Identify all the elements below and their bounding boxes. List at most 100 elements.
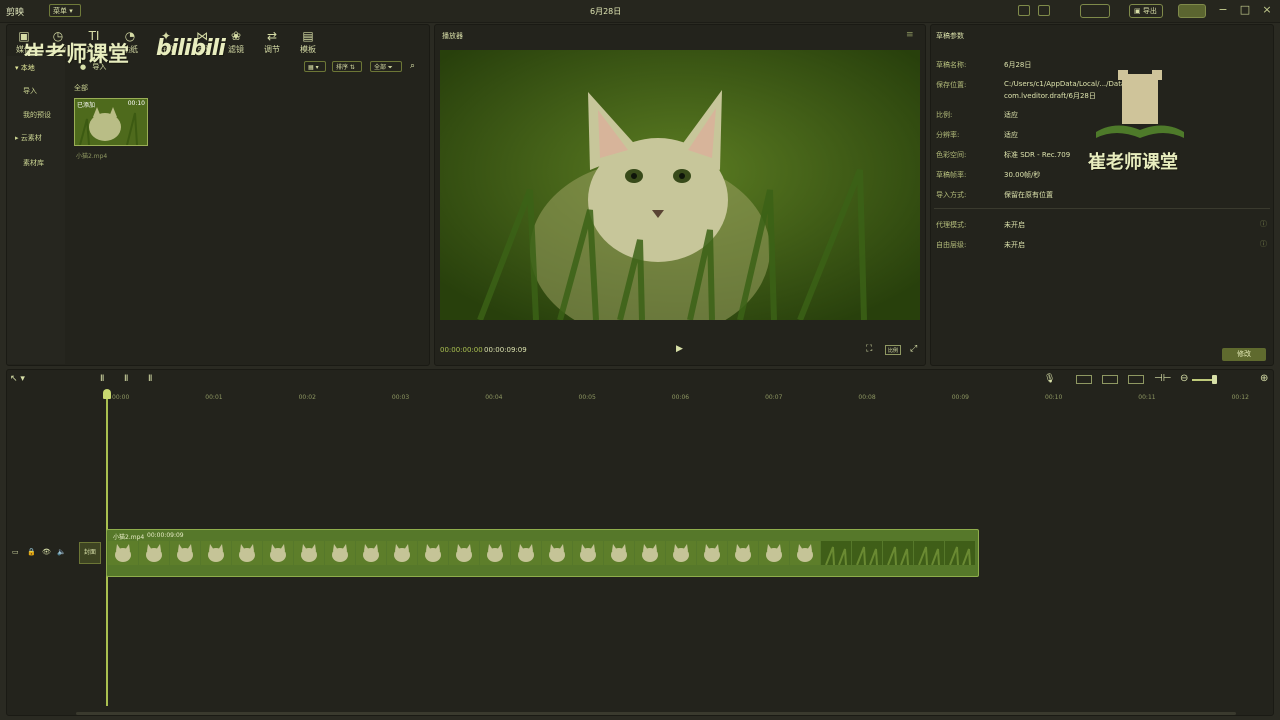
- filmstrip-frame: [821, 541, 851, 566]
- adjust-icon: ⇄: [266, 29, 278, 43]
- sidebar-item-import[interactable]: 导入: [23, 86, 37, 96]
- filter-button[interactable]: 全部 ⏷: [370, 61, 402, 72]
- param-value-name: 6月28日: [1004, 61, 1032, 69]
- param-label-ratio: 比例:: [936, 111, 953, 119]
- draft-title: 草稿参数: [936, 32, 964, 40]
- ruler-tick-label: 00:07: [765, 394, 783, 401]
- ruler-tick-label: 00:00: [112, 394, 130, 401]
- media-sidebar: ▾ 本地 导入 我的预设 ▸ 云素材 素材库: [7, 56, 65, 364]
- share-button[interactable]: ▣ 导出: [1129, 4, 1163, 18]
- filmstrip-frame: [480, 541, 510, 565]
- ruler-tick-label: 00:03: [391, 394, 410, 401]
- filmstrip-frame: [449, 541, 479, 565]
- select-tool-icon[interactable]: ↖ ▾: [10, 374, 25, 384]
- clip-duration: 00:10: [127, 100, 145, 107]
- total-timecode: 00:00:09:09: [484, 346, 527, 354]
- bilibili-logo: bilibili: [156, 36, 226, 61]
- filmstrip-frame: [418, 541, 448, 565]
- grid-icon[interactable]: [1038, 5, 1050, 16]
- ruler-tick-label: 00:01: [205, 394, 223, 401]
- minimize-icon[interactable]: −: [1216, 3, 1230, 17]
- split-icon[interactable]: Ⅱ: [100, 374, 104, 384]
- param-value-path-2: com.lveditor.draft/6月28日: [1004, 92, 1096, 100]
- current-timecode: 00:00:00:00: [440, 346, 483, 354]
- filmstrip-frame: [697, 541, 727, 565]
- filmstrip-frame: [759, 541, 789, 565]
- param-value-import: 保留在原有位置: [1004, 191, 1053, 199]
- fullscreen-fit-icon[interactable]: ⛶: [866, 344, 872, 354]
- filmstrip-frame: [666, 541, 696, 565]
- filmstrip-frame: [139, 541, 169, 565]
- param-value-colorspace: 标准 SDR - Rec.709: [1004, 151, 1071, 159]
- param-value-layer: 未开启: [1004, 241, 1025, 249]
- filmstrip-frame: [635, 541, 665, 565]
- project-title: 6月28日: [590, 7, 622, 16]
- center-icon[interactable]: ⊣⊢: [1154, 373, 1171, 384]
- lock-icon[interactable]: 🔒: [27, 548, 36, 556]
- zoom-in-icon[interactable]: ⊕: [1260, 373, 1268, 384]
- player-menu-icon[interactable]: ≡: [906, 30, 914, 40]
- info-icon[interactable]: ⓘ: [1260, 219, 1267, 229]
- filmstrip-frame: [883, 541, 913, 566]
- export-button[interactable]: [1178, 4, 1206, 18]
- params-divider: [934, 208, 1270, 209]
- video-clip-duration: 00:00:09:09: [147, 532, 184, 539]
- media-clip-name: 小猫2.mp4: [76, 153, 108, 160]
- cover-button[interactable]: 封面: [79, 542, 101, 564]
- fullscreen-icon[interactable]: ⤢: [910, 344, 917, 354]
- menu-dropdown[interactable]: 菜单 ▾: [49, 4, 81, 17]
- audio-mute-icon[interactable]: 🔈: [57, 548, 66, 556]
- view-toggle-button[interactable]: ▦ ▾: [304, 61, 326, 72]
- eye-icon[interactable]: 👁: [42, 548, 51, 556]
- toolbar-template[interactable]: ▤ 模板: [288, 30, 328, 55]
- player-title: 播放器: [442, 32, 463, 40]
- filmstrip-frame: [263, 541, 293, 565]
- filmstrip-frame: [108, 541, 138, 565]
- sidebar-item-cloud[interactable]: ▸ 云素材: [15, 133, 42, 143]
- mic-icon[interactable]: 🎙: [1044, 374, 1055, 384]
- layout-icon[interactable]: [1018, 5, 1030, 16]
- app-logo: 剪映: [6, 8, 25, 18]
- ruler-tick-label: 00:12: [1231, 394, 1249, 401]
- ratio-button[interactable]: 比例: [885, 345, 901, 355]
- preview-axis-icon[interactable]: [1128, 375, 1144, 384]
- ruler-tick-label: 00:08: [858, 394, 876, 401]
- sidebar-item-library[interactable]: 素材库: [23, 158, 44, 168]
- maximize-icon[interactable]: □: [1238, 3, 1252, 17]
- sidebar-item-presets[interactable]: 我的预设: [23, 110, 51, 120]
- zoom-slider-handle[interactable]: [1212, 375, 1217, 384]
- close-icon[interactable]: ×: [1260, 3, 1274, 17]
- split-left-icon[interactable]: Ⅱ: [124, 374, 128, 384]
- play-icon[interactable]: ▶: [676, 344, 683, 354]
- param-label-layer: 自由层级:: [936, 241, 967, 249]
- track-icon[interactable]: ▭: [12, 548, 19, 556]
- filmstrip-frame: [201, 541, 231, 565]
- ruler-tick-label: 00:06: [671, 394, 690, 401]
- sort-button[interactable]: 排序 ⇅: [332, 61, 362, 72]
- zoom-out-icon[interactable]: ⊖: [1180, 373, 1188, 384]
- media-panel: [6, 24, 430, 366]
- pro-button[interactable]: [1080, 4, 1110, 18]
- toolbar-adjust[interactable]: ⇄ 调节: [252, 30, 292, 55]
- sidebar-item-local[interactable]: ▾ 本地: [15, 63, 35, 73]
- ruler-tick-label: 00:05: [578, 394, 596, 401]
- video-preview[interactable]: [440, 50, 920, 320]
- info-icon[interactable]: ⓘ: [1260, 239, 1267, 249]
- snap-icon[interactable]: [1076, 375, 1092, 384]
- modify-button[interactable]: 修改: [1222, 348, 1266, 361]
- timeline-scrollbar[interactable]: [76, 712, 1236, 715]
- media-clip-thumbnail[interactable]: 已添加 00:10: [74, 98, 148, 146]
- filmstrip-frame: [294, 541, 324, 565]
- filmstrip-frame: [573, 541, 603, 565]
- filmstrip-frame: [325, 541, 355, 565]
- param-label-resolution: 分辨率:: [936, 131, 960, 139]
- playhead-handle[interactable]: [103, 389, 111, 399]
- import-button[interactable]: ● 导入: [80, 62, 106, 72]
- link-icon[interactable]: [1102, 375, 1118, 384]
- split-right-icon[interactable]: Ⅱ: [148, 374, 152, 384]
- search-icon[interactable]: ⌕: [410, 61, 415, 71]
- filmstrip-frame: [232, 541, 262, 565]
- param-label-proxy: 代理模式:: [936, 221, 967, 229]
- filmstrip-frame: [852, 541, 882, 566]
- ruler-tick-label: 00:10: [1045, 394, 1063, 401]
